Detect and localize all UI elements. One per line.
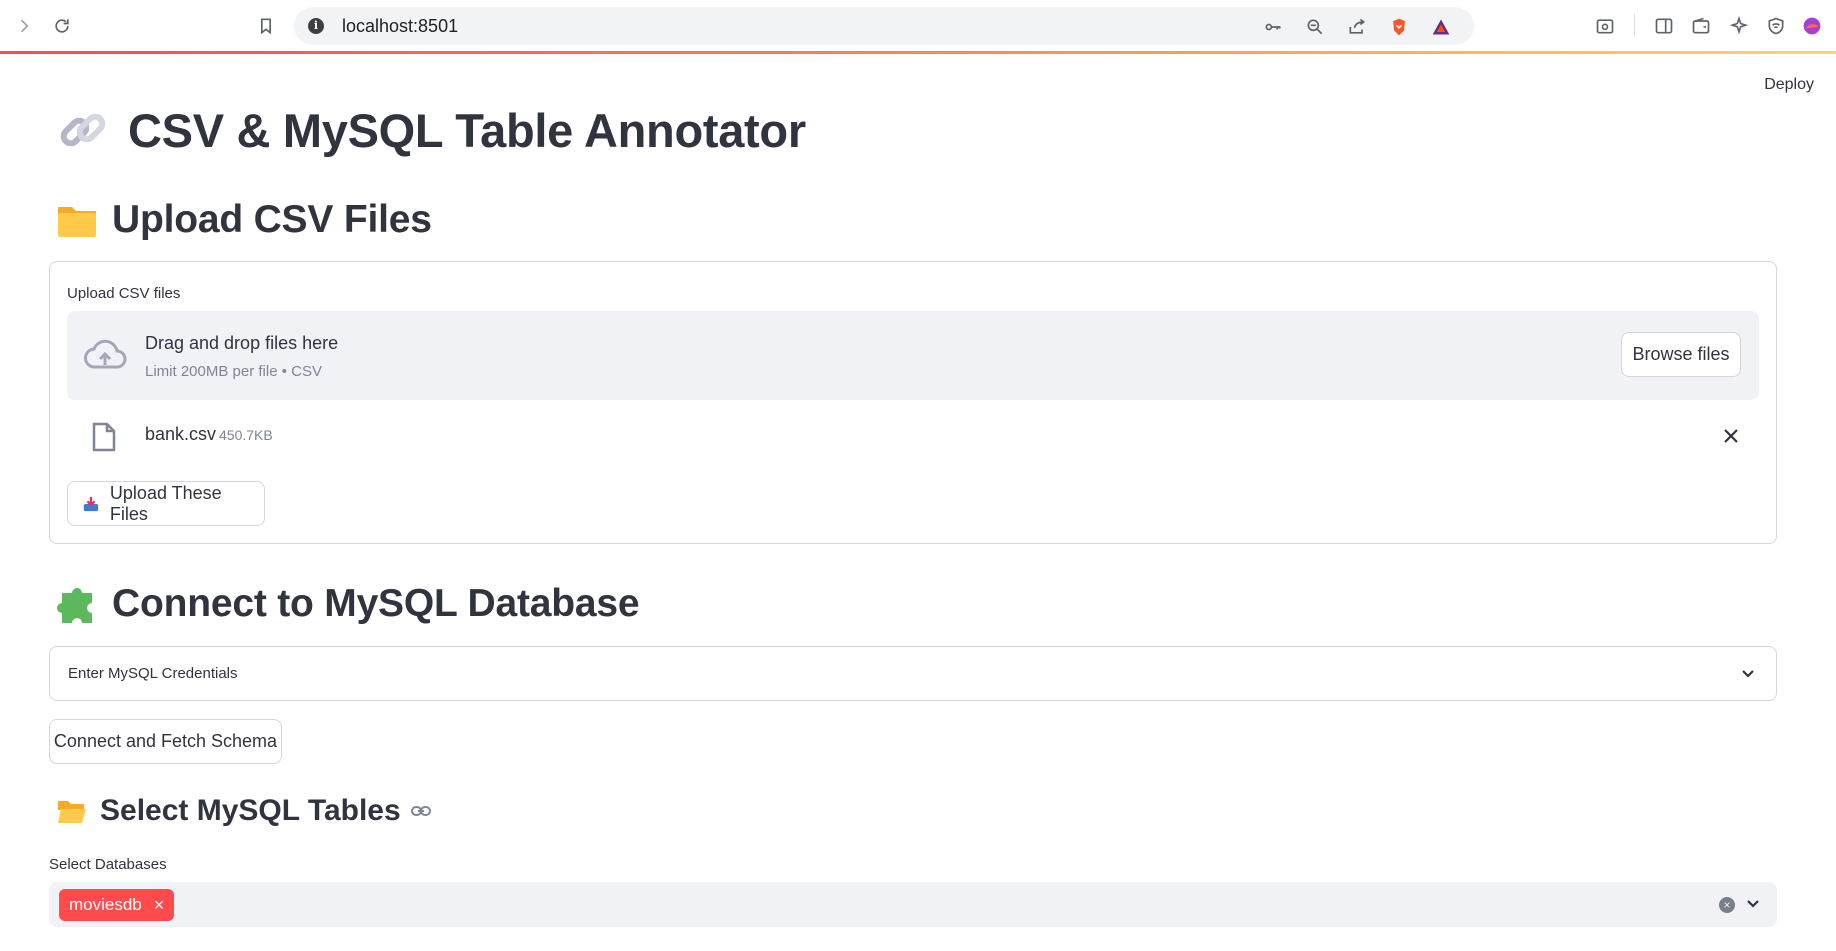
selected-tag-label: moviesdb — [69, 895, 142, 914]
zoom-out-icon[interactable] — [1304, 16, 1326, 38]
puzzle-emoji-icon — [57, 588, 92, 623]
folder-emoji-icon — [58, 207, 96, 237]
anchor-link-icon[interactable] — [410, 801, 431, 821]
reload-icon[interactable] — [48, 12, 76, 40]
page-title-text: CSV & MySQL Table Annotator — [128, 103, 806, 157]
inbox-tray-icon — [83, 496, 99, 511]
profile-avatar-icon[interactable] — [1798, 12, 1826, 40]
address-bar[interactable]: i localhost:8501 — [294, 7, 1474, 45]
bookmark-icon[interactable] — [252, 12, 280, 40]
file-name: bank.csv — [145, 424, 217, 444]
chevron-down-icon[interactable] — [1743, 894, 1763, 914]
select-databases-label: Select Databases — [49, 856, 167, 873]
cloud-upload-icon — [84, 339, 127, 369]
file-size: 450.7KB — [219, 427, 273, 443]
upload-these-files-button[interactable]: Upload These Files — [67, 481, 265, 526]
mysql-heading: Connect to MySQL Database — [56, 582, 640, 626]
upload-heading: Upload CSV Files — [56, 198, 432, 242]
uploaded-file-row: bank.csv 450.7KB — [67, 412, 1759, 460]
expander-label: Enter MySQL Credentials — [68, 665, 238, 682]
uploader-label: Upload CSV files — [67, 285, 181, 302]
toolbar-divider — [1634, 14, 1635, 36]
vpn-icon[interactable] — [1762, 12, 1790, 40]
site-info-icon[interactable]: i — [308, 18, 324, 34]
upload-heading-text: Upload CSV Files — [112, 198, 432, 241]
brave-rewards-icon[interactable] — [1430, 16, 1452, 38]
selected-tag[interactable]: moviesdb × — [59, 889, 175, 921]
file-icon — [92, 422, 116, 452]
mysql-heading-text: Connect to MySQL Database — [112, 582, 640, 625]
leo-ai-icon[interactable] — [1725, 12, 1753, 40]
connect-fetch-schema-button[interactable]: Connect and Fetch Schema — [49, 719, 282, 764]
wallet-icon[interactable] — [1687, 12, 1715, 40]
dropzone-limit: Limit 200MB per file • CSV — [145, 363, 322, 380]
dropzone-title: Drag and drop files here — [145, 333, 339, 353]
link-emoji-icon — [60, 113, 106, 147]
file-dropzone[interactable]: Drag and drop files here Limit 200MB per… — [67, 311, 1759, 400]
remove-file-icon[interactable] — [1721, 426, 1741, 446]
tables-heading-text: Select MySQL Tables — [100, 794, 401, 827]
status-bar-decoration — [0, 51, 1836, 54]
browse-files-button[interactable]: Browse files — [1621, 332, 1741, 377]
open-folder-emoji-icon — [58, 801, 86, 823]
tables-heading: Select MySQL Tables — [56, 794, 431, 828]
brave-shield-icon[interactable] — [1388, 16, 1410, 38]
mysql-credentials-expander[interactable]: Enter MySQL Credentials — [49, 646, 1777, 701]
tab-search-icon[interactable] — [1591, 12, 1619, 40]
upload-button-label: Upload These Files — [109, 482, 222, 524]
url-text: localhost:8501 — [342, 16, 459, 36]
key-icon[interactable] — [1262, 16, 1284, 38]
database-multiselect[interactable]: moviesdb × × — [49, 882, 1777, 927]
chevron-down-icon — [1742, 670, 1754, 678]
browser-toolbar: i localhost:8501 — [0, 0, 1836, 52]
forward-icon[interactable] — [10, 12, 38, 40]
deploy-button[interactable]: Deploy — [1764, 76, 1814, 94]
page-title: CSV & MySQL Table Annotator — [56, 98, 806, 162]
share-icon[interactable] — [1346, 16, 1368, 38]
upload-form — [49, 261, 1777, 544]
clear-all-icon[interactable]: × — [1719, 897, 1735, 913]
remove-tag-icon[interactable]: × — [154, 895, 165, 916]
sidebar-icon[interactable] — [1650, 12, 1678, 40]
